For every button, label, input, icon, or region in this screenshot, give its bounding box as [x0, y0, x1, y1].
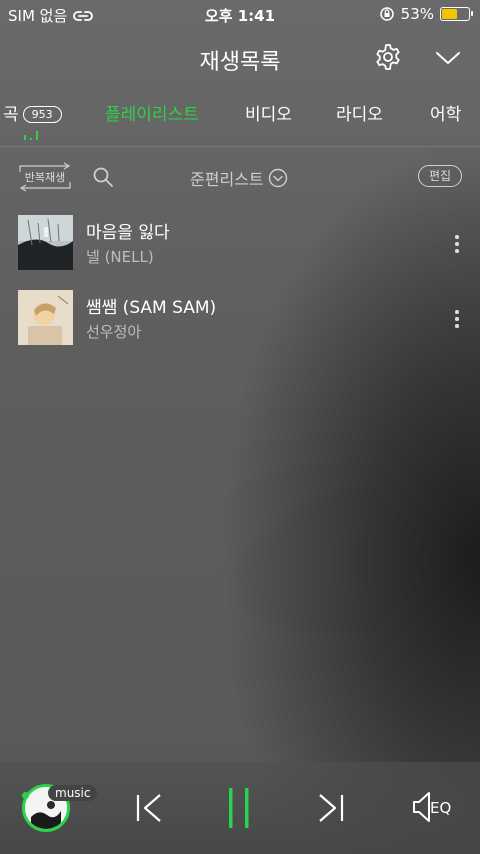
tab-songs-label: 곡: [3, 105, 19, 125]
more-icon[interactable]: [452, 235, 462, 257]
chevron-circle-down-icon: [268, 168, 287, 188]
header: 재생목록: [0, 36, 480, 80]
page-title: 재생목록: [199, 50, 281, 75]
playing-indicator-icon: [24, 130, 40, 140]
tab-bar: 곡 953 플레이리스트 비디오 라디오 어학: [0, 96, 480, 146]
pause-icon[interactable]: [226, 786, 252, 830]
edit-button[interactable]: 편집: [418, 165, 462, 187]
tab-video[interactable]: 비디오: [245, 100, 292, 125]
list-toolbar: 반복재생 준편리스트 편집: [0, 158, 480, 198]
eq-icon[interactable]: EQ: [410, 790, 458, 824]
tab-divider: [0, 146, 480, 147]
repeat-label: 반복재생: [24, 171, 66, 184]
mini-player: music EQ: [0, 762, 480, 854]
prelist-label: 준편리스트: [190, 170, 264, 189]
list-item[interactable]: 마음을 잃다 넬 (NELL): [0, 208, 480, 283]
battery-percent: 53%: [400, 5, 434, 23]
more-icon[interactable]: [452, 310, 462, 332]
repeat-button[interactable]: 반복재생: [18, 162, 72, 192]
svg-text:EQ: EQ: [430, 799, 451, 817]
chevron-down-icon[interactable]: [434, 46, 462, 70]
list-item[interactable]: 쌤쌤 (SAM SAM) 선우정아: [0, 283, 480, 358]
song-artist: 선우정아: [86, 323, 142, 341]
status-right: 53%: [379, 5, 473, 23]
tab-playlist[interactable]: 플레이리스트: [105, 100, 199, 125]
now-playing-dot: [22, 792, 29, 799]
tab-songs[interactable]: 곡 953: [3, 100, 62, 125]
song-artist: 넬 (NELL): [86, 248, 154, 266]
album-art: [18, 290, 73, 345]
song-title: 쌤쌤 (SAM SAM): [86, 298, 217, 318]
prelist-dropdown[interactable]: 준편리스트: [190, 166, 288, 190]
next-icon[interactable]: [316, 792, 346, 824]
music-tag: music: [48, 785, 98, 801]
gear-icon[interactable]: [373, 42, 403, 72]
rotation-lock-icon: [379, 7, 394, 21]
tab-language[interactable]: 어학: [430, 100, 461, 125]
status-bar: SIM 없음 오후 1:41 53%: [0, 0, 480, 28]
previous-icon[interactable]: [134, 792, 164, 824]
songs-count-badge: 953: [22, 106, 62, 123]
battery-fill: [442, 9, 457, 19]
tab-radio[interactable]: 라디오: [336, 100, 383, 125]
song-title: 마음을 잃다: [86, 223, 170, 243]
album-art: [18, 215, 73, 270]
playlist-list: 마음을 잃다 넬 (NELL) 쌤쌤 (SAM SAM) 선우정아: [0, 208, 480, 358]
search-icon[interactable]: [92, 166, 114, 188]
battery-icon: [440, 7, 473, 21]
